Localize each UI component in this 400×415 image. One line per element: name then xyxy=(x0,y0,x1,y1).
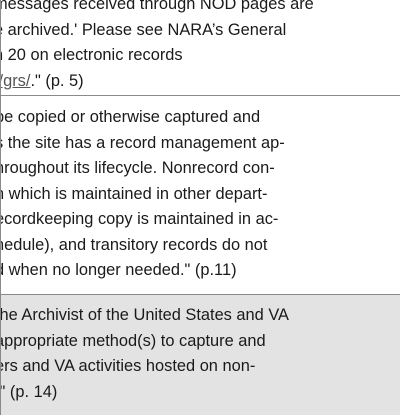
text-line: hedule), and transitory records do not xyxy=(0,235,268,254)
document-table: messages received through NOD pages are … xyxy=(0,0,400,415)
text-line: messages received through NOD pages are xyxy=(0,0,314,13)
text-line: ecordkeeping copy is maintained in ac- xyxy=(0,210,279,228)
table-cell-record-management: be copied or otherwise captured and s th… xyxy=(0,96,400,295)
text-line-with-link: t/grs/." (p. 5) xyxy=(1,69,393,95)
text-line: ers and VA activities hosted on non- xyxy=(0,357,256,375)
text-line: d when no longer needed." (p.11) xyxy=(0,261,237,279)
table-cell-archivist-capture: the Archivist of the United States and V… xyxy=(0,295,400,415)
text-line: s the site has a record management ap- xyxy=(0,133,285,152)
table-cell-general-records-schedule: messages received through NOD pages are … xyxy=(0,0,400,96)
text-line: n which is maintained in other depart- xyxy=(0,184,268,203)
text-line: ." (p. 14) xyxy=(0,382,58,401)
cell-text: messages received through NOD pages are … xyxy=(1,0,400,94)
text-line: the Archivist of the United States and V… xyxy=(0,306,289,324)
grs-link[interactable]: t/grs/ xyxy=(1,72,30,90)
text-line: e archived.' Please see NARA’s General xyxy=(0,20,287,39)
text-line: n 20 on electronic records xyxy=(0,46,183,64)
text-line: hroughout its lifecycle. Nonrecord con- xyxy=(0,159,275,177)
citation-text: ." (p. 5) xyxy=(30,71,84,90)
cell-text: be copied or otherwise captured and s th… xyxy=(1,96,400,284)
cell-text: the Archivist of the United States and V… xyxy=(1,295,400,405)
text-line: appropriate method(s) to capture and xyxy=(0,331,266,350)
text-line: be copied or otherwise captured and xyxy=(0,108,261,126)
